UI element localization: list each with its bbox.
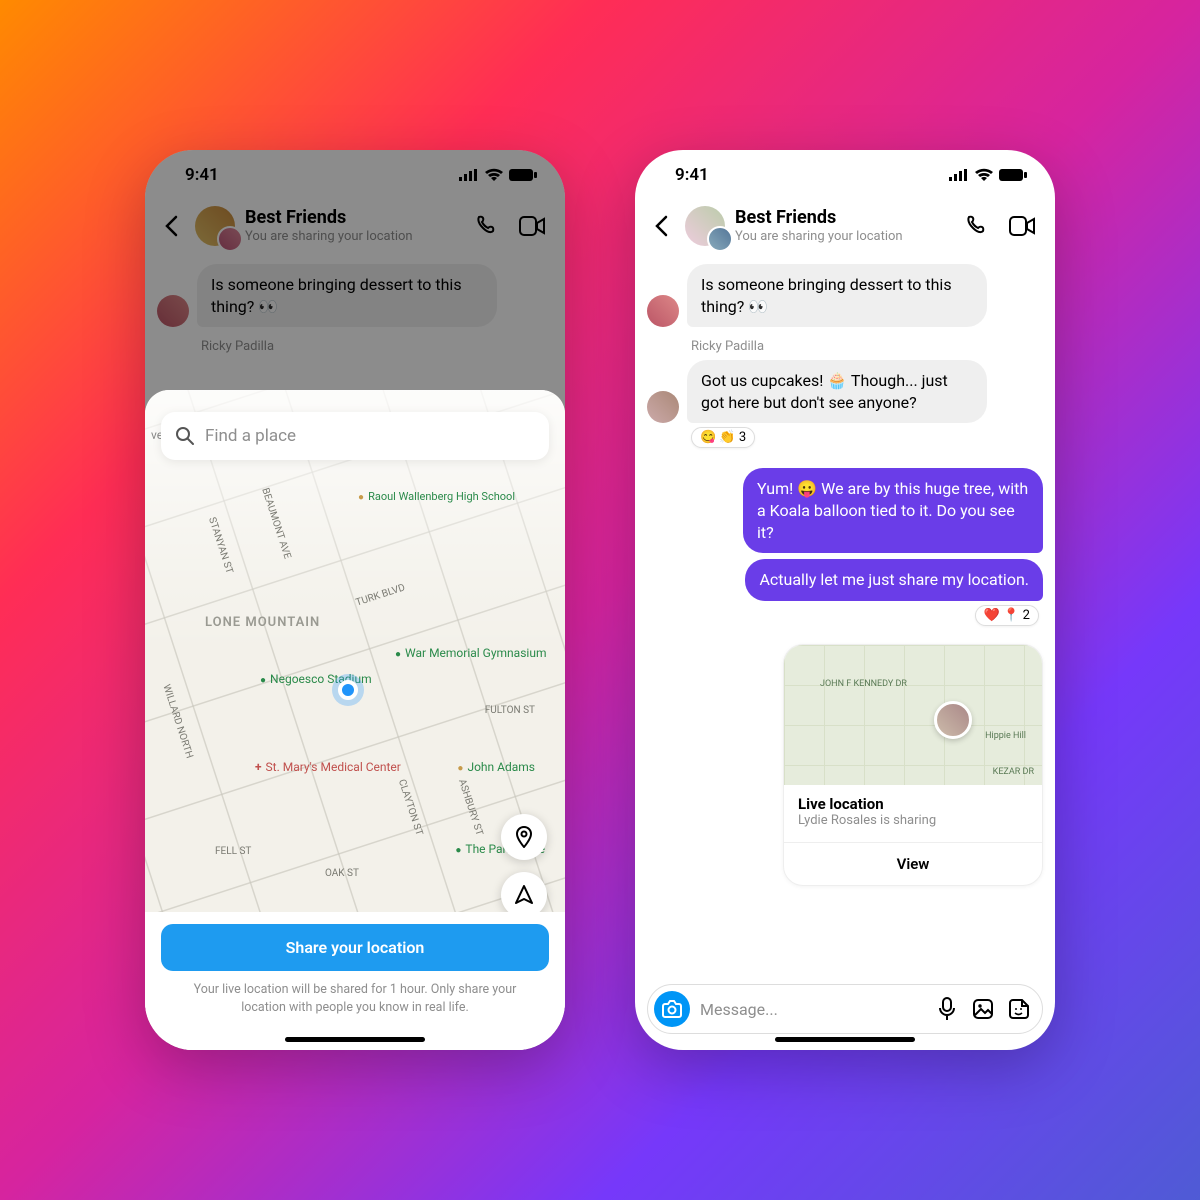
mic-icon — [937, 997, 957, 1021]
phone-chat: 9:41 Best Friends You are sharing your l… — [635, 150, 1055, 1050]
location-avatar-pin — [934, 701, 972, 739]
video-call-button[interactable] — [1007, 216, 1037, 236]
incoming-message[interactable]: Is someone bringing dessert to this thin… — [687, 264, 987, 327]
mini-map-label: KEZAR DR — [993, 767, 1034, 777]
location-view-button[interactable]: View — [784, 842, 1042, 885]
video-icon — [1009, 216, 1035, 236]
map-street: FELL ST — [215, 846, 251, 857]
message-row: Is someone bringing dessert to this thin… — [647, 264, 1043, 327]
map-poi: Raoul Wallenberg High School — [358, 490, 515, 503]
wifi-icon — [975, 168, 993, 182]
chat-name: Best Friends — [735, 207, 945, 229]
map-street: OAK ST — [325, 868, 359, 879]
message-composer[interactable]: Message... — [647, 984, 1043, 1034]
chat-header: Best Friends You are sharing your locati… — [635, 200, 1055, 260]
location-info: Live location Lydie Rosales is sharing — [784, 785, 1042, 834]
home-indicator[interactable] — [775, 1037, 915, 1042]
location-subtitle: Lydie Rosales is sharing — [798, 813, 1028, 828]
sheet-bottom: Share your location Your live location w… — [145, 912, 565, 1050]
sticker-button[interactable] — [1006, 998, 1032, 1020]
home-indicator[interactable] — [285, 1037, 425, 1042]
map-area-label: LONE MOUNTAIN — [205, 615, 320, 630]
camera-button[interactable] — [654, 991, 690, 1027]
navigate-icon — [514, 885, 534, 905]
composer-placeholder: Message... — [700, 1000, 924, 1019]
location-mini-map: JOHN F KENNEDY DR Hippie Hill KEZAR DR — [784, 645, 1042, 785]
pin-icon — [513, 826, 535, 848]
location-card[interactable]: JOHN F KENNEDY DR Hippie Hill KEZAR DR L… — [783, 644, 1043, 886]
camera-icon — [662, 1000, 682, 1018]
messages-pane[interactable]: Is someone bringing dessert to this thin… — [635, 260, 1055, 974]
mini-map-label: Hippie Hill — [985, 731, 1026, 741]
map-poi: War Memorial Gymnasium — [395, 646, 546, 660]
status-bar: 9:41 — [635, 150, 1055, 200]
chat-title[interactable]: Best Friends You are sharing your locati… — [735, 207, 945, 244]
location-title: Live location — [798, 795, 1028, 813]
chat-avatar[interactable] — [685, 206, 725, 246]
map-poi: John Adams — [457, 760, 535, 774]
sender-avatar[interactable] — [647, 295, 679, 327]
mini-map-label: JOHN F KENNEDY DR — [820, 679, 907, 689]
sticker-icon — [1008, 998, 1030, 1020]
outgoing-message[interactable]: Yum! 😛 We are by this huge tree, with a … — [743, 468, 1043, 553]
share-note: Your live location will be shared for 1 … — [161, 971, 549, 1016]
share-location-button[interactable]: Share your location — [161, 924, 549, 971]
message-row: Actually let me just share my location. — [647, 559, 1043, 601]
search-placeholder: Find a place — [205, 426, 296, 446]
battery-icon — [999, 168, 1027, 182]
mic-button[interactable] — [934, 997, 960, 1021]
incoming-message[interactable]: Got us cupcakes! 🧁 Though... just got he… — [687, 360, 987, 423]
map-street: FULTON ST — [485, 705, 535, 716]
status-icons — [949, 168, 1027, 182]
outgoing-message[interactable]: Actually let me just share my location. — [745, 559, 1043, 601]
message-row: Yum! 😛 We are by this huge tree, with a … — [647, 468, 1043, 553]
voice-call-button[interactable] — [961, 214, 991, 238]
sender-avatar[interactable] — [647, 391, 679, 423]
chevron-left-icon — [654, 215, 668, 237]
map-poi-medical: St. Mary's Medical Center — [255, 760, 401, 774]
chat-subtitle: You are sharing your location — [735, 229, 945, 245]
message-row: Got us cupcakes! 🧁 Though... just got he… — [647, 360, 1043, 423]
recenter-pin-button[interactable] — [501, 814, 547, 860]
gallery-button[interactable] — [970, 998, 996, 1020]
back-button[interactable] — [647, 215, 675, 237]
message-reactions[interactable]: ❤️ 📍 2 — [975, 605, 1039, 626]
place-search-input[interactable]: Find a place — [161, 412, 549, 460]
message-reactions[interactable]: 😋 👏 3 — [691, 427, 755, 448]
search-icon — [175, 426, 195, 446]
status-time: 9:41 — [675, 165, 709, 185]
gallery-icon — [972, 998, 994, 1020]
phone-location-sheet: 9:41 Best Friends You are sharing your l… — [145, 150, 565, 1050]
cellular-icon — [949, 168, 969, 182]
phone-icon — [964, 214, 988, 238]
location-sheet: LONE MOUNTAIN Raoul Wallenberg High Scho… — [145, 390, 565, 1050]
sender-name: Ricky Padilla — [647, 339, 1043, 354]
